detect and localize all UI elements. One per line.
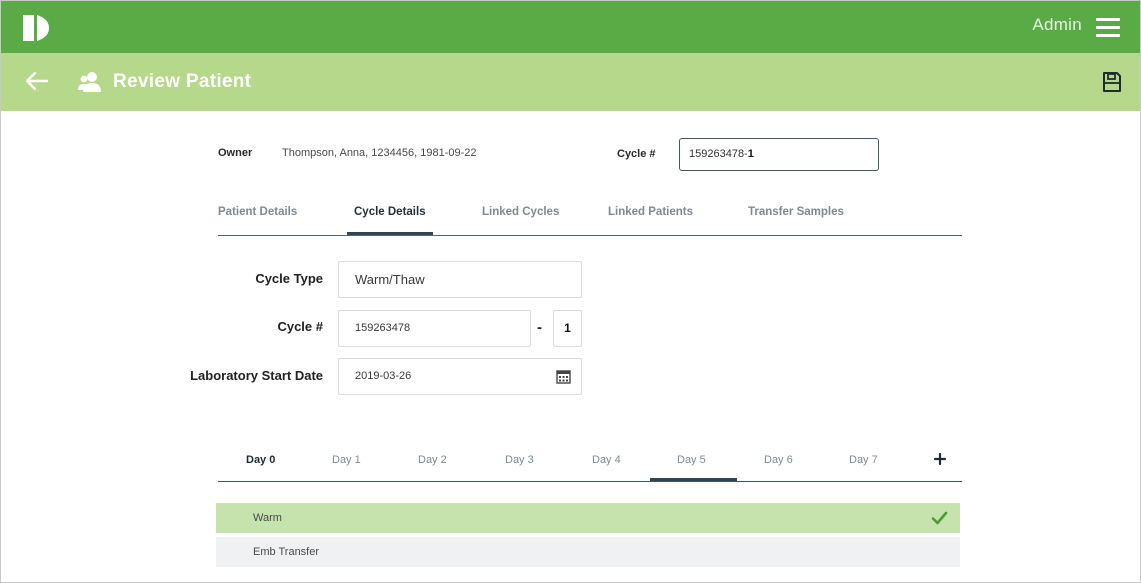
day-tab-3[interactable]: Day 3 xyxy=(505,454,534,466)
section-tabs: Patient Details Cycle Details Linked Cyc… xyxy=(218,206,962,236)
cycle-type-label: Cycle Type xyxy=(255,271,323,286)
day-tab-7[interactable]: Day 7 xyxy=(849,454,878,466)
owner-value: Thompson, Anna, 1234456, 1981-09-22 xyxy=(282,147,477,159)
check-icon xyxy=(931,511,948,525)
calendar-icon[interactable] xyxy=(556,369,571,384)
day-tab-4[interactable]: Day 4 xyxy=(592,454,621,466)
tab-patient-details[interactable]: Patient Details xyxy=(218,206,297,218)
cycle-type-field[interactable]: Warm/Thaw xyxy=(338,261,582,298)
day-tab-2[interactable]: Day 2 xyxy=(418,454,447,466)
day-tabs: Day 0 Day 1 Day 2 Day 3 Day 4 Day 5 Day … xyxy=(218,451,962,482)
patient-icon xyxy=(78,72,101,92)
tab-linked-patients[interactable]: Linked Patients xyxy=(608,206,693,218)
tab-linked-cycles[interactable]: Linked Cycles xyxy=(482,206,559,218)
cycle-header-field[interactable]: 159263478-1 xyxy=(679,138,879,171)
procedure-row-emb-transfer[interactable]: Emb Transfer xyxy=(216,537,960,567)
cycle-suffix-field[interactable]: 1 xyxy=(553,310,582,347)
procedure-label: Warm xyxy=(253,512,282,524)
cycle-number-separator: - xyxy=(537,319,542,336)
logo-icon[interactable] xyxy=(23,15,49,41)
app-window: Admin Review Patient Owner Thompson, Ann… xyxy=(0,0,1141,583)
tab-cycle-details[interactable]: Cycle Details xyxy=(354,206,426,218)
day-tab-5[interactable]: Day 5 xyxy=(677,454,706,466)
cycle-header-suffix: 1 xyxy=(747,148,754,160)
page-title: Review Patient xyxy=(113,71,252,92)
procedure-row-warm[interactable]: Warm xyxy=(216,503,960,533)
active-tab-indicator xyxy=(347,232,433,235)
lab-start-date-value: 2019-03-26 xyxy=(355,370,412,382)
page-header: Review Patient xyxy=(1,53,1140,111)
day-tab-0[interactable]: Day 0 xyxy=(246,454,275,466)
cycle-header-label: Cycle # xyxy=(617,148,656,160)
cycle-header-value: 159263478- xyxy=(689,148,748,160)
plus-icon[interactable] xyxy=(932,451,948,467)
cycle-number-label: Cycle # xyxy=(277,319,323,334)
owner-label: Owner xyxy=(218,147,253,159)
save-icon[interactable] xyxy=(1102,71,1122,93)
lab-start-date-field[interactable]: 2019-03-26 xyxy=(338,358,582,395)
day-tab-1[interactable]: Day 1 xyxy=(332,454,361,466)
day-tab-6[interactable]: Day 6 xyxy=(764,454,793,466)
procedure-label: Emb Transfer xyxy=(253,546,320,558)
tab-transfer-samples[interactable]: Transfer Samples xyxy=(748,206,844,218)
lab-start-date-label: Laboratory Start Date xyxy=(190,368,323,383)
back-arrow-icon[interactable] xyxy=(23,69,49,93)
user-name[interactable]: Admin xyxy=(1032,15,1082,35)
top-bar: Admin xyxy=(1,1,1140,53)
cycle-number-field[interactable]: 159263478 xyxy=(338,310,531,347)
menu-icon[interactable] xyxy=(1096,18,1120,38)
selected-day-indicator xyxy=(650,478,737,481)
